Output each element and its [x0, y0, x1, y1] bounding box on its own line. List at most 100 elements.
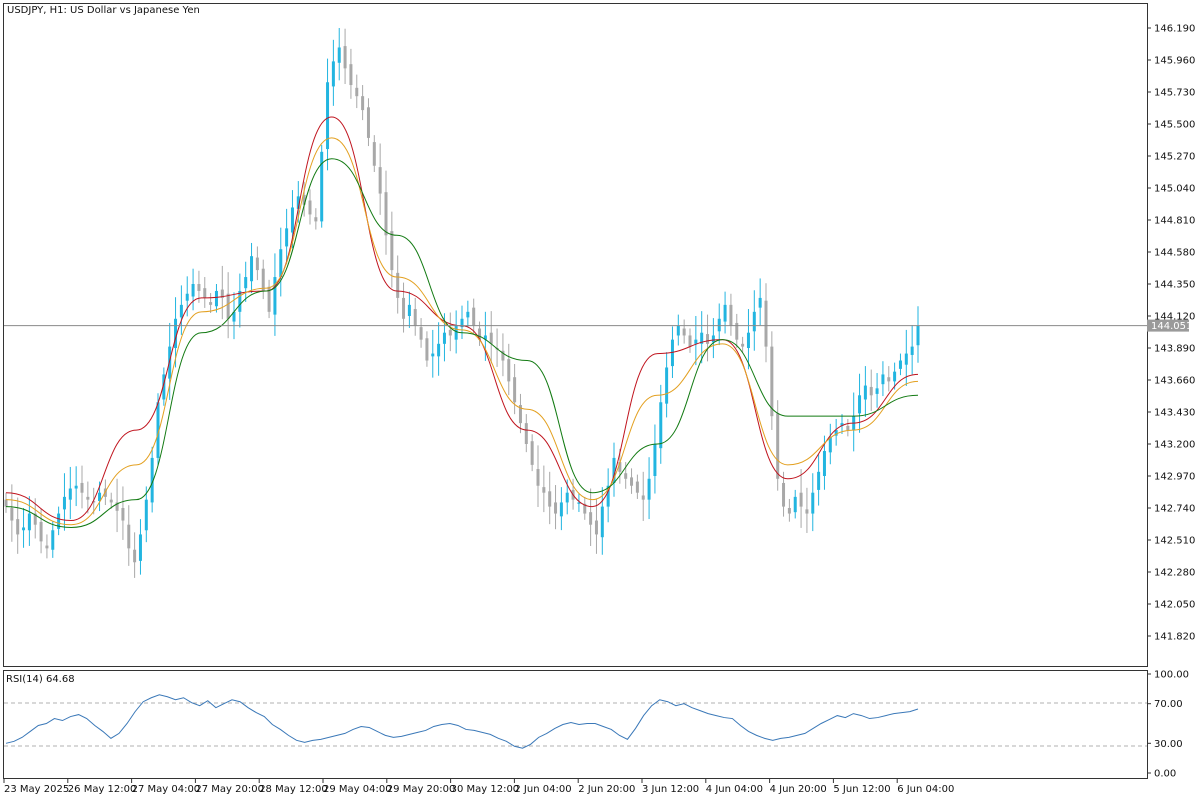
candle-body	[448, 329, 452, 336]
candle-body	[706, 334, 710, 344]
candle-body	[822, 450, 826, 476]
rsi-tick-label: 0.00	[1154, 769, 1176, 780]
candle-body	[665, 367, 669, 404]
candle-body	[308, 200, 312, 215]
candle-body	[881, 374, 885, 385]
price-tick-label: 142.510	[1154, 536, 1195, 547]
price-tick-label: 142.740	[1154, 504, 1195, 515]
candle-body	[554, 502, 558, 514]
candle-body	[746, 332, 750, 348]
candle-body	[817, 471, 821, 490]
candle-body	[542, 487, 546, 493]
rsi-axis: 100.00 70.00 30.00 0.00	[1147, 670, 1189, 780]
candle-body	[261, 268, 265, 291]
candle-body	[27, 513, 31, 531]
candle-body	[402, 297, 406, 319]
candle-body	[898, 360, 902, 369]
candle-body	[589, 512, 593, 525]
candle-body	[910, 346, 914, 355]
time-tick-label: 4 Jun 20:00	[770, 784, 827, 795]
candle-body	[250, 256, 254, 282]
candle-body	[384, 192, 388, 236]
candle-body	[244, 277, 248, 289]
candle-body	[337, 47, 341, 63]
candle-body	[875, 388, 879, 394]
candle-body	[782, 482, 786, 507]
candle-body	[238, 290, 242, 312]
candle-body	[372, 142, 376, 166]
time-tick-label: 27 May 04:00	[132, 784, 201, 795]
candle-body	[472, 307, 476, 326]
price-tick-label: 143.430	[1154, 408, 1195, 419]
time-tick-label: 5 Jun 12:00	[833, 784, 890, 795]
candle-body	[144, 499, 148, 531]
candle-body	[682, 328, 686, 336]
candle-body	[688, 335, 692, 347]
candle-body	[770, 346, 774, 417]
candle-body	[361, 96, 365, 111]
candle-body	[869, 386, 873, 396]
price-tick-label: 143.660	[1154, 376, 1195, 387]
candle-body	[548, 491, 552, 507]
candle-body	[723, 304, 727, 322]
candle-body	[290, 207, 294, 233]
candle-body	[39, 521, 43, 542]
candle-body	[530, 441, 534, 465]
time-tick-label: 3 Jun 12:00	[642, 784, 699, 795]
candle-body	[355, 87, 359, 97]
candle-body	[565, 492, 569, 503]
candle-body	[653, 444, 657, 476]
candle-body	[331, 61, 335, 87]
candle-body	[630, 477, 634, 486]
candle-body	[799, 492, 803, 507]
candle-body	[285, 228, 289, 247]
price-tick-label: 144.810	[1154, 216, 1195, 227]
candle-body	[127, 524, 131, 549]
candle-body	[524, 423, 528, 444]
candle-body	[647, 478, 651, 500]
candle-body	[559, 502, 563, 517]
candle-body	[191, 284, 195, 297]
candle-body	[349, 64, 353, 86]
candle-body	[916, 325, 920, 346]
candle-body	[209, 302, 213, 305]
candle-body	[45, 545, 49, 549]
price-tick-label: 142.970	[1154, 472, 1195, 483]
candle-body	[425, 338, 429, 361]
candle-body	[454, 325, 458, 340]
candle-body	[752, 311, 756, 332]
candle-body	[22, 527, 26, 531]
candle-body	[203, 288, 207, 298]
candle-body	[624, 473, 628, 479]
candle-body	[600, 506, 604, 538]
ma-line-3	[5, 158, 919, 528]
candle-body	[711, 335, 715, 343]
candle-body	[74, 485, 78, 489]
candle-body	[4, 499, 8, 507]
candle-body	[431, 353, 435, 357]
rsi-tick-label: 100.00	[1154, 670, 1189, 681]
time-tick-label: 27 May 20:00	[195, 784, 264, 795]
candle-body	[138, 534, 142, 561]
candle-body	[419, 327, 423, 340]
candle-body	[279, 249, 283, 278]
time-axis: 23 May 202526 May 12:0027 May 04:0027 Ma…	[3, 779, 954, 795]
price-tick-label: 142.280	[1154, 568, 1195, 579]
candle-body	[764, 300, 768, 347]
candle-body	[314, 217, 318, 222]
candle-body	[255, 257, 259, 271]
price-tick-label: 146.190	[1154, 24, 1195, 35]
candle-body	[390, 231, 394, 271]
candle-body	[863, 385, 867, 400]
candle-body	[179, 304, 183, 318]
candle-body	[226, 293, 230, 319]
time-tick-label: 29 May 04:00	[323, 784, 392, 795]
price-tick-label: 145.730	[1154, 88, 1195, 99]
price-tick-label: 143.200	[1154, 440, 1195, 451]
candle-body	[16, 519, 20, 535]
candle-body	[197, 284, 201, 291]
candle-body	[80, 482, 84, 493]
time-tick-label: 2 Jun 04:00	[514, 784, 571, 795]
candle-body	[887, 377, 891, 382]
rsi-title: RSI(14) 64.68	[6, 674, 75, 685]
